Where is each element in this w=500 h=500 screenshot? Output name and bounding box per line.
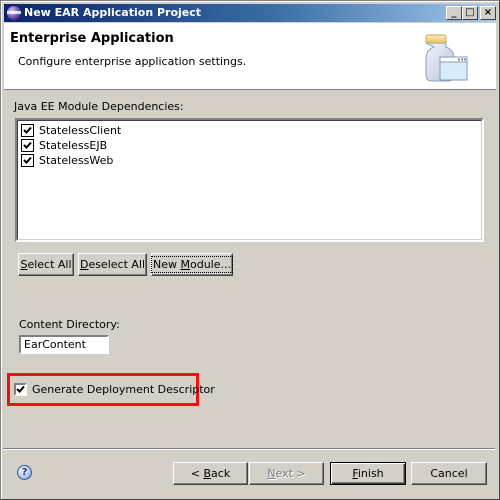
module-dependencies-list[interactable]: StatelessClient StatelessEJB StatelessWe… [15, 118, 484, 242]
module-dependencies-label: Java EE Module Dependencies: [14, 100, 184, 113]
content-directory-label: Content Directory: [19, 318, 120, 331]
next-button[interactable]: Next > [249, 462, 324, 485]
help-icon[interactable]: ? [17, 465, 32, 480]
content-directory-input[interactable]: EarContent [19, 335, 109, 354]
close-button[interactable]: × [480, 6, 496, 20]
select-all-button[interactable]: Select All [18, 253, 74, 276]
window-title: New EAR Application Project [24, 6, 202, 19]
title-bar[interactable]: New EAR Application Project _ □ × [4, 4, 496, 22]
module-label: StatelessEJB [39, 139, 108, 152]
generate-descriptor-option[interactable]: Generate Deployment Descriptor [14, 382, 215, 397]
list-item[interactable]: StatelessWeb [21, 153, 113, 168]
module-label: StatelessWeb [39, 154, 114, 167]
new-module-button[interactable]: New Module... [151, 253, 233, 276]
module-label: StatelessClient [39, 124, 122, 137]
deselect-all-button[interactable]: Deselect All [78, 253, 147, 276]
jar-window-icon [425, 34, 468, 82]
minimize-button[interactable]: _ [446, 6, 462, 20]
list-item[interactable]: StatelessClient [21, 123, 121, 138]
maximize-button[interactable]: □ [462, 6, 478, 20]
module-checkbox[interactable] [21, 138, 34, 152]
back-button[interactable]: < Back [173, 462, 248, 485]
page-title: Enterprise Application [10, 31, 174, 46]
wizard-header: Enterprise Application Configure enterpr… [4, 23, 496, 90]
module-checkbox[interactable] [21, 123, 34, 137]
generate-descriptor-label: Generate Deployment Descriptor [32, 383, 215, 396]
finish-button[interactable]: Finish [330, 462, 406, 485]
list-item[interactable]: StatelessEJB [21, 138, 107, 153]
eclipse-app-icon [7, 6, 21, 20]
generate-descriptor-checkbox[interactable] [14, 382, 27, 396]
dialog-window: New EAR Application Project _ □ × Enterp… [0, 0, 500, 500]
footer-separator [3, 448, 495, 450]
page-description: Configure enterprise application setting… [18, 55, 247, 68]
module-checkbox[interactable] [21, 153, 34, 167]
cancel-button[interactable]: Cancel [411, 462, 487, 485]
